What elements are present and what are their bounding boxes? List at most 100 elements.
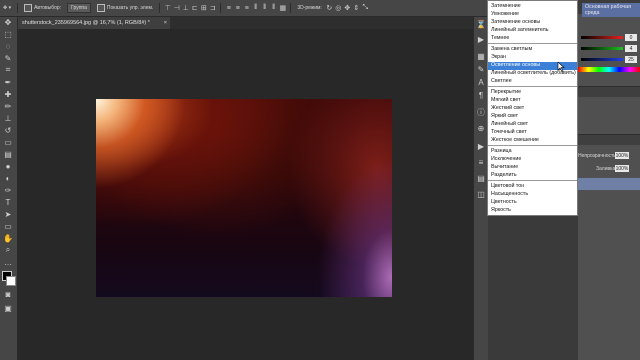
blend-mode-option[interactable]: Темнее <box>488 35 577 43</box>
blue-value[interactable]: 25 <box>625 56 637 63</box>
brush-panel-icon[interactable]: ✎ <box>476 64 486 74</box>
blend-mode-option[interactable]: Жесткий свет <box>488 105 577 113</box>
properties-panel-icon[interactable]: ≡ <box>476 157 486 167</box>
type-tool-icon[interactable]: T <box>2 197 14 207</box>
autoselect-checkbox[interactable]: Автовыбор: <box>21 3 64 13</box>
blend-mode-option[interactable]: Светлее <box>488 78 577 86</box>
auto-align-icon[interactable]: ▦ <box>278 4 287 12</box>
blue-slider[interactable] <box>581 58 623 61</box>
align-middle-icon[interactable]: ⊣ <box>172 4 181 12</box>
distribute-left-icon[interactable]: ⦀ <box>251 4 260 12</box>
layer-comps-panel-icon[interactable]: ▤ <box>476 173 486 183</box>
blend-mode-option[interactable]: Замена светлым <box>488 46 577 54</box>
dodge-tool-icon[interactable]: ◐ <box>2 173 14 183</box>
blend-mode-option[interactable]: Разделить <box>488 172 577 180</box>
zoom-tool-icon[interactable]: ⌕ <box>2 245 14 255</box>
checkbox-icon[interactable] <box>96 4 105 12</box>
blend-mode-dropdown[interactable]: Затемнение Умножение Затемнение основы Лине… <box>487 0 578 216</box>
paragraph-panel-icon[interactable]: ¶ <box>476 90 486 100</box>
blend-mode-option[interactable]: Исключение <box>488 156 577 164</box>
group-select[interactable]: Группа <box>67 3 91 13</box>
more-tools-icon[interactable]: … <box>2 257 14 267</box>
align-center-icon[interactable]: ⊞ <box>199 4 208 12</box>
close-tab-icon[interactable]: × <box>164 20 167 26</box>
distribute-right-icon[interactable]: ⦀ <box>269 4 278 12</box>
distribute-center-icon[interactable]: ⦀ <box>260 4 269 12</box>
shape-tool-icon[interactable]: ▭ <box>2 221 14 231</box>
blend-mode-option[interactable]: Линейный затемнитель <box>488 27 577 35</box>
marquee-tool-icon[interactable]: ⬚ <box>2 29 14 39</box>
blend-mode-option[interactable]: Перекрытие <box>488 89 577 97</box>
menu-separator <box>488 86 577 87</box>
blend-mode-option[interactable]: Вычитание <box>488 164 577 172</box>
layer-row-selected[interactable] <box>578 178 640 190</box>
distribute-bottom-icon[interactable]: ≡ <box>242 4 251 12</box>
brush-tool-icon[interactable]: ✏ <box>2 101 14 111</box>
align-top-icon[interactable]: ⊤ <box>163 4 172 12</box>
blend-mode-option[interactable]: Разница <box>488 148 577 156</box>
move-tool-icon[interactable]: ✥ ▾ <box>0 3 14 13</box>
blend-mode-option[interactable]: Умножение <box>488 11 577 19</box>
navigator-panel-icon[interactable]: ◫ <box>476 189 486 199</box>
opacity-field[interactable]: 100% <box>615 152 629 159</box>
red-value[interactable]: 0 <box>625 34 637 41</box>
fill-field[interactable]: 100% <box>615 165 629 172</box>
workspace-switcher-label[interactable]: Основная рабочая среда <box>582 3 640 17</box>
align-right-icon[interactable]: ⊐ <box>208 4 217 12</box>
gradient-tool-icon[interactable]: ▤ <box>2 149 14 159</box>
3d-pan-icon[interactable]: ✥ <box>343 4 352 12</box>
screen-mode-icon[interactable]: ▣ <box>2 303 14 313</box>
clone-source-panel-icon[interactable]: ⊕ <box>476 123 486 133</box>
blend-mode-option[interactable]: Цветовой тон <box>488 183 577 191</box>
blend-mode-option[interactable]: Точечный свет <box>488 129 577 137</box>
hand-tool-icon[interactable]: ✋ <box>2 233 14 243</box>
blend-mode-option[interactable]: Цветность <box>488 199 577 207</box>
show-controls-checkbox[interactable]: Показать упр. элем. <box>94 3 156 13</box>
autoselect-label: Автовыбор: <box>34 5 62 11</box>
blend-mode-option[interactable]: Мягкий свет <box>488 97 577 105</box>
document-image[interactable] <box>96 99 392 297</box>
blend-mode-option[interactable]: Затемнение основы <box>488 19 577 27</box>
path-select-tool-icon[interactable]: ➤ <box>2 209 14 219</box>
3d-slide-icon[interactable]: ⇕ <box>352 4 361 12</box>
blur-tool-icon[interactable]: ● <box>2 161 14 171</box>
history-brush-tool-icon[interactable]: ↺ <box>2 125 14 135</box>
distribute-middle-icon[interactable]: ≡ <box>233 4 242 12</box>
clone-stamp-tool-icon[interactable]: ⊥ <box>2 113 14 123</box>
green-slider[interactable] <box>581 47 623 50</box>
blend-mode-option[interactable]: Затемнение <box>488 3 577 11</box>
blend-mode-option[interactable]: Экран <box>488 54 577 62</box>
swatches-panel-icon[interactable]: ▦ <box>476 51 486 61</box>
pen-tool-icon[interactable]: ✑ <box>2 185 14 195</box>
blend-mode-option[interactable]: Линейный свет <box>488 121 577 129</box>
3d-roll-icon[interactable]: ◎ <box>334 4 343 12</box>
eyedropper-tool-icon[interactable]: ✒ <box>2 77 14 87</box>
quick-mask-icon[interactable]: ◙ <box>2 289 14 299</box>
crop-tool-icon[interactable]: ⌗ <box>2 65 14 75</box>
history-panel-icon[interactable]: ⌛ <box>476 19 486 29</box>
lasso-tool-icon[interactable]: ◌ <box>2 41 14 51</box>
distribute-top-icon[interactable]: ≡ <box>224 4 233 12</box>
green-value[interactable]: 4 <box>625 45 637 52</box>
checkbox-icon[interactable] <box>24 4 33 12</box>
healing-brush-tool-icon[interactable]: ✚ <box>2 89 14 99</box>
move-tool-icon[interactable]: ✥ <box>2 17 14 27</box>
info-panel-icon[interactable]: ⓘ <box>476 107 486 117</box>
red-slider[interactable] <box>581 36 623 39</box>
color-spectrum[interactable] <box>578 67 640 72</box>
blend-mode-option[interactable]: Яркость <box>488 207 577 215</box>
blend-mode-option[interactable]: Насыщенность <box>488 191 577 199</box>
align-bottom-icon[interactable]: ⊥ <box>181 4 190 12</box>
blend-mode-option[interactable]: Яркий свет <box>488 113 577 121</box>
actions-panel-icon[interactable]: ▶ <box>476 34 486 44</box>
3d-scale-icon[interactable]: ⤡ <box>361 4 370 12</box>
quick-select-tool-icon[interactable]: ✎ <box>2 53 14 63</box>
character-panel-icon[interactable]: A <box>476 77 486 87</box>
3d-rotate-icon[interactable]: ↻ <box>325 4 334 12</box>
timeline-panel-icon[interactable]: ▶ <box>476 141 486 151</box>
eraser-tool-icon[interactable]: ▭ <box>2 137 14 147</box>
background-color-swatch[interactable] <box>6 276 16 286</box>
align-left-icon[interactable]: ⊏ <box>190 4 199 12</box>
blend-mode-option[interactable]: Жесткое смешение <box>488 137 577 145</box>
document-tab[interactable]: shutterstock_235969564.jpg @ 16,7% (1, R… <box>18 17 170 29</box>
